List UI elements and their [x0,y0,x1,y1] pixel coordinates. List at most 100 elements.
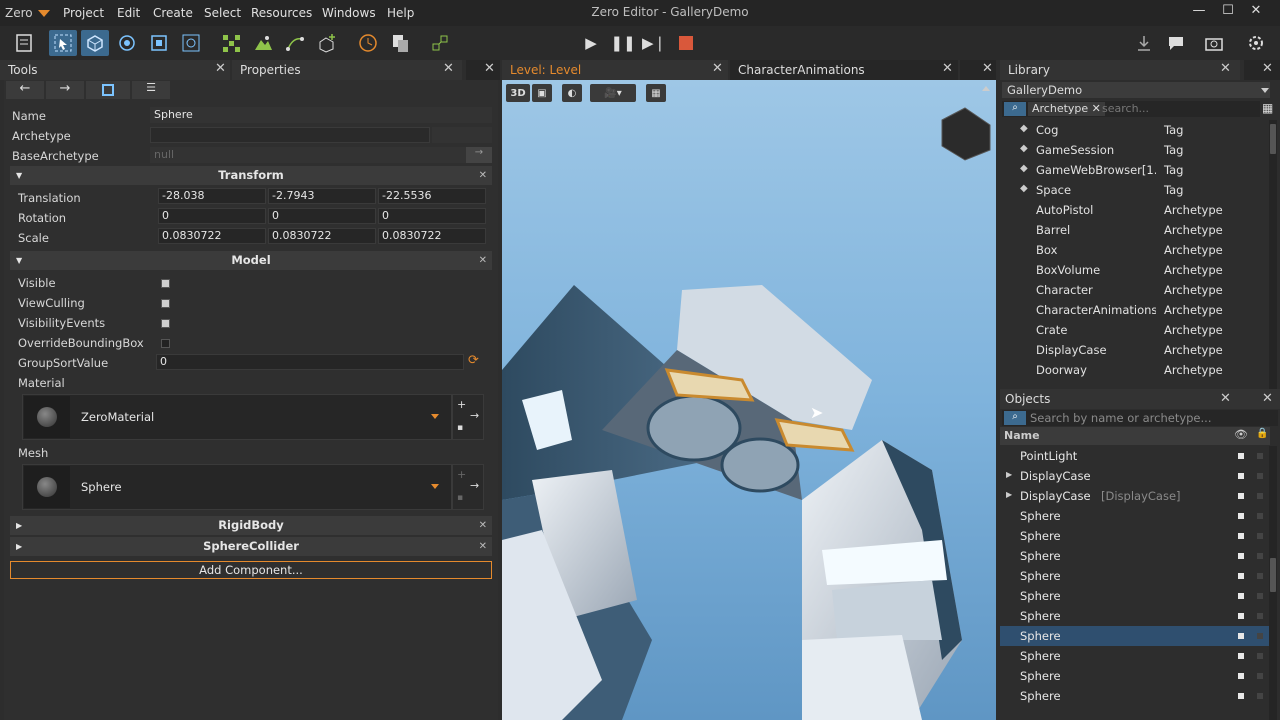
lock-toggle[interactable] [1257,473,1263,479]
download-icon[interactable] [1130,30,1158,56]
scale-y-field[interactable]: 0.0830722 [268,228,376,244]
visibility-toggle[interactable] [1238,673,1244,679]
maximize-icon[interactable]: ☐ [1215,3,1241,23]
object-row[interactable]: Sphere [1000,566,1270,586]
back-arrow-icon[interactable]: ← [6,81,44,99]
logo-dropdown-icon[interactable] [38,10,50,17]
objects-search-input[interactable]: Search by name or archetype... [1030,411,1211,425]
object-row[interactable]: Sphere [1000,626,1270,646]
lock-icon[interactable]: 🔒 [1256,428,1268,439]
lock-toggle[interactable] [1257,493,1263,499]
copy-icon[interactable]: ▪ [457,423,463,433]
library-item[interactable]: ◆ GameSession Tag [1000,140,1270,160]
close-icon[interactable]: ✕ [1262,61,1273,76]
translation-x-field[interactable]: -28.038 [158,188,266,204]
copy-icon[interactable]: ▪ [457,493,463,503]
rigidbody-section-header[interactable]: ▶ RigidBody ✕ [10,516,492,535]
object-row[interactable]: ▶ DisplayCase [DisplayCase] [1000,486,1270,506]
forward-arrow-icon[interactable]: → [46,81,84,99]
object-row[interactable]: Sphere [1000,586,1270,606]
settings-icon[interactable] [1242,30,1270,56]
library-item[interactable]: AutoPistol Archetype [1000,200,1270,220]
menu-select[interactable]: Select [204,6,241,20]
pause-icon[interactable]: ❚❚ [609,30,637,56]
close-icon[interactable]: ✕ [942,61,953,76]
visibility-toggle[interactable] [1238,633,1244,639]
visibility-toggle[interactable] [1238,593,1244,599]
remove-component-icon[interactable]: ✕ [479,251,487,270]
chat-icon[interactable] [1162,30,1190,56]
object-row[interactable]: Sphere [1000,606,1270,626]
remove-component-icon[interactable]: ✕ [479,516,487,535]
expand-triangle-icon[interactable]: ▶ [1006,470,1012,479]
base-archetype-field[interactable]: null [150,147,466,163]
object-row[interactable]: ▶ DisplayCase [1000,466,1270,486]
refresh-icon[interactable]: ⟳ [468,353,479,368]
lock-toggle[interactable] [1257,453,1263,459]
library-item[interactable]: Barrel Archetype [1000,220,1270,240]
command-list-icon[interactable] [10,30,38,56]
minimize-icon[interactable]: — [1186,3,1212,23]
tab-library[interactable]: Library [1000,60,1240,80]
archetype-field[interactable] [150,127,430,143]
spherecollider-section-header[interactable]: ▶ SphereCollider ✕ [10,537,492,556]
object-row[interactable]: PointLight [1000,446,1270,466]
lock-toggle[interactable] [1257,553,1263,559]
link-icon[interactable] [426,30,454,56]
objects-search-bar[interactable]: ⌕ Search by name or archetype... [1002,410,1278,426]
object-row[interactable]: Sphere [1000,666,1270,686]
add-component-button[interactable]: Add Component... [10,561,492,579]
chevron-down-icon[interactable] [431,414,439,419]
library-item[interactable]: ◆ Space Tag [1000,180,1270,200]
library-search-bar[interactable]: ⌕ Archetype ✕ search... [1002,101,1260,117]
clock-icon[interactable] [354,30,382,56]
render-mode-icon[interactable]: ◐ [562,84,582,102]
menu-resources[interactable]: Resources [251,6,312,20]
translation-y-field[interactable]: -2.7943 [268,188,376,204]
rotate-tool-icon[interactable] [113,30,141,56]
lock-toggle[interactable] [1257,513,1263,519]
scale-tool-icon[interactable] [145,30,173,56]
visibility-toggle[interactable] [1238,493,1244,499]
object-row[interactable]: Sphere [1000,686,1270,706]
mesh-picker[interactable]: Sphere [22,464,452,510]
scale-x-field[interactable]: 0.0830722 [158,228,266,244]
scrollbar-thumb[interactable] [1270,558,1276,592]
library-search-input[interactable]: search... [1102,102,1149,115]
tab-properties[interactable]: Properties [232,60,462,80]
expand-triangle-icon[interactable]: ▶ [1006,490,1012,499]
visible-checkbox[interactable] [161,279,170,288]
library-item[interactable]: BoxVolume Archetype [1000,260,1270,280]
add-icon[interactable]: + [457,398,466,411]
name-field[interactable]: Sphere [150,107,492,123]
transform-section-header[interactable]: ▼ Transform ✕ [10,166,492,185]
library-scrollbar[interactable] [1269,120,1277,390]
close-icon[interactable]: ✕ [1220,391,1231,406]
library-item[interactable]: Crate Archetype [1000,320,1270,340]
rotation-x-field[interactable]: 0 [158,208,266,224]
play-icon[interactable]: ▶ [577,30,605,56]
goto-archetype-icon[interactable]: → [466,147,492,163]
visibility-toggle[interactable] [1238,693,1244,699]
lock-toggle[interactable] [1257,653,1263,659]
library-item[interactable]: ◆ GameWebBrowser[1... Tag [1000,160,1270,180]
terrain-tool-icon[interactable] [249,30,277,56]
object-row[interactable]: Sphere [1000,526,1270,546]
copy-icon[interactable] [386,30,414,56]
visibility-toggle[interactable] [1238,533,1244,539]
menu-project[interactable]: Project [63,6,104,20]
tab-character-animations[interactable]: CharacterAnimations [730,60,958,80]
gizmo-tool-icon[interactable] [177,30,205,56]
object-row[interactable]: Sphere [1000,506,1270,526]
object-row[interactable]: Sphere [1000,546,1270,566]
override-bounding-box-checkbox[interactable] [161,339,170,348]
cube-view-icon[interactable]: ▣ [532,84,552,102]
view-mode-3d-button[interactable]: 3D [506,84,530,102]
menu-windows[interactable]: Windows [322,6,376,20]
close-icon[interactable]: ✕ [1220,61,1231,76]
lock-toggle[interactable] [1257,593,1263,599]
library-item[interactable]: Box Archetype [1000,240,1270,260]
translation-z-field[interactable]: -22.5536 [378,188,486,204]
camera-dropdown-icon[interactable]: 🎥▾ [590,84,636,102]
objects-tab[interactable]: Objects ✕ ✕ [1000,389,1280,409]
